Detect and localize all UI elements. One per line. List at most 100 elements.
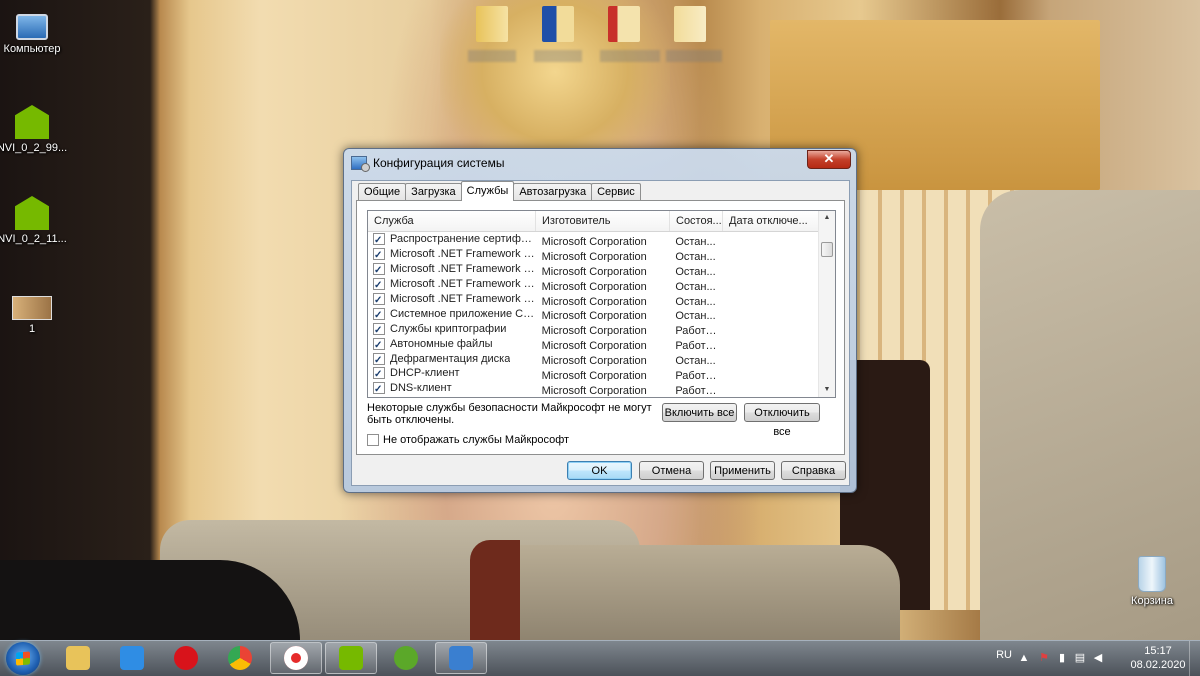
hide-ms-services-option[interactable]: Не отображать службы Майкрософт	[367, 434, 569, 446]
service-name: Microsoft .NET Framework NGEN...	[390, 293, 536, 306]
tab-tools[interactable]: Сервис	[591, 183, 641, 201]
vertical-scrollbar[interactable]: ▲ ▼	[818, 211, 835, 397]
table-row[interactable]: Microsoft .NET Framework NGEN... Microsof…	[368, 247, 818, 262]
document-folder-icon[interactable]	[608, 6, 640, 42]
services-list-header: Служба Изготовитель Состоя... Дата отклю…	[368, 211, 835, 232]
clock[interactable]: 15:17 08.02.2020	[1130, 644, 1186, 672]
service-manufacturer: Microsoft Corporation	[541, 384, 647, 396]
service-name: Microsoft .NET Framework NGEN...	[390, 263, 536, 276]
tab-services[interactable]: Службы	[460, 181, 515, 201]
service-checkbox[interactable]	[373, 366, 385, 381]
table-row[interactable]: Автономные файлы Microsoft Corporation Раб…	[368, 336, 818, 351]
table-row[interactable]: Системное приложение COM+ Microsoft Corpo…	[368, 306, 818, 321]
tab-boot[interactable]: Загрузка	[405, 183, 462, 201]
column-header-manufacturer[interactable]: Изготовитель	[536, 211, 670, 231]
service-date-disabled	[722, 277, 818, 292]
service-name-cell: DHCP-клиент	[368, 366, 536, 381]
service-status: Остан...	[675, 280, 716, 292]
taskbar-button[interactable]	[52, 642, 104, 674]
show-hidden-icons-icon[interactable]: ▲	[1018, 652, 1030, 664]
taskbar-button[interactable]	[435, 642, 487, 674]
column-header-date-disabled[interactable]: Дата отключе...	[723, 211, 819, 231]
table-row[interactable]: DHCP-клиент Microsoft Corporation Работает	[368, 366, 818, 381]
service-checkbox[interactable]	[373, 232, 385, 247]
table-row[interactable]: Службы криптографии Microsoft Corporation…	[368, 321, 818, 336]
opera-icon	[174, 646, 198, 670]
service-status: Работает	[675, 340, 723, 352]
table-row[interactable]: Microsoft .NET Framework NGEN... Microsof…	[368, 262, 818, 277]
language-indicator[interactable]: RU	[996, 649, 1012, 661]
service-status: Остан...	[675, 250, 716, 262]
tab-general[interactable]: Общие	[358, 183, 407, 201]
services-panel: Служба Изготовитель Состоя... Дата отклю…	[356, 200, 845, 455]
start-button[interactable]	[6, 642, 40, 675]
table-row[interactable]: Дефрагментация диска Microsoft Corporatio…	[368, 351, 818, 366]
table-row[interactable]: Распространение сертификата Microsoft Cor…	[368, 232, 818, 247]
taskbar-button[interactable]	[106, 642, 158, 674]
cancel-button[interactable]: Отмена	[639, 461, 704, 480]
msconfig-icon	[449, 646, 473, 670]
desktop-icon-image-1[interactable]: 1	[0, 288, 70, 335]
service-checkbox[interactable]	[373, 306, 385, 321]
taskbar-button[interactable]	[160, 642, 212, 674]
volume-icon[interactable]: ◀	[1092, 652, 1104, 664]
help-button[interactable]: Справка	[781, 461, 846, 480]
desktop-icon-nvi-99[interactable]: NVI_0_2_99...	[0, 105, 70, 154]
service-checkbox[interactable]	[373, 247, 385, 262]
taskbar-button[interactable]	[214, 642, 266, 674]
service-manufacturer: Microsoft Corporation	[541, 340, 647, 352]
service-checkbox[interactable]	[373, 381, 385, 396]
folder-label-blurred	[534, 50, 582, 62]
title-bar[interactable]: Конфигурация системы	[351, 153, 504, 173]
services-list[interactable]: Служба Изготовитель Состоя... Дата отклю…	[367, 210, 836, 398]
ok-button[interactable]: OK	[567, 461, 632, 480]
device-icon[interactable]: ▮	[1056, 652, 1068, 664]
service-checkbox[interactable]	[373, 277, 385, 292]
service-checkbox[interactable]	[373, 351, 385, 366]
desktop-icon-recycle-bin[interactable]: Корзина	[1114, 556, 1190, 607]
service-name-cell: Microsoft .NET Framework NGEN...	[368, 292, 536, 306]
tab-startup[interactable]: Автозагрузка	[513, 183, 593, 201]
service-status: Остан...	[675, 236, 716, 247]
service-date-disabled	[722, 262, 818, 277]
service-name-cell: Службы криптографии	[368, 321, 536, 336]
service-checkbox[interactable]	[373, 336, 385, 351]
enable-all-button[interactable]: Включить все	[662, 403, 737, 422]
table-row[interactable]: DNS-клиент Microsoft Corporation Работает	[368, 381, 818, 396]
service-name: Службы криптографии	[390, 322, 507, 335]
service-date-disabled	[722, 321, 818, 336]
taskbar-button[interactable]	[270, 642, 322, 674]
service-checkbox[interactable]	[373, 262, 385, 277]
action-center-flag-icon[interactable]: ⚑	[1038, 652, 1050, 664]
nvidia-installer-icon	[339, 646, 363, 670]
show-desktop-button[interactable]	[1189, 641, 1200, 676]
column-header-status[interactable]: Состоя...	[670, 211, 723, 231]
taskbar-button[interactable]	[325, 642, 377, 674]
service-checkbox[interactable]	[373, 292, 385, 306]
close-button[interactable]: ✕	[807, 150, 851, 169]
folder-icon[interactable]	[674, 6, 706, 42]
folder-icon[interactable]	[476, 6, 508, 42]
tab-strip: Общие Загрузка Службы Автозагрузка Серви…	[358, 181, 641, 201]
scroll-up-icon[interactable]: ▲	[819, 211, 835, 225]
media-folder-icon[interactable]	[542, 6, 574, 42]
taskbar-button[interactable]	[380, 642, 432, 674]
scrollbar-thumb[interactable]	[821, 242, 833, 257]
nvidia-installer-icon	[15, 105, 49, 139]
hide-ms-services-checkbox[interactable]	[367, 434, 379, 446]
network-icon[interactable]: ▤	[1074, 652, 1086, 664]
column-header-service[interactable]: Служба	[368, 211, 536, 231]
service-date-disabled	[722, 292, 818, 307]
apply-button[interactable]: Применить	[710, 461, 775, 480]
table-row[interactable]: Microsoft .NET Framework NGEN... Microsof…	[368, 277, 818, 292]
service-checkbox[interactable]	[373, 321, 385, 336]
desktop-icon-computer[interactable]: Компьютер	[0, 10, 70, 55]
scroll-down-icon[interactable]: ▼	[819, 383, 835, 397]
service-manufacturer: Microsoft Corporation	[541, 265, 647, 277]
desktop-icon-nvi-11[interactable]: NVI_0_2_11...	[0, 196, 70, 245]
service-status: Остан...	[675, 355, 716, 367]
table-row[interactable]: Microsoft .NET Framework NGEN... Microsof…	[368, 292, 818, 307]
service-date-disabled	[722, 232, 818, 247]
nvidia-installer-icon	[15, 196, 49, 230]
disable-all-button[interactable]: Отключить все	[744, 403, 820, 438]
